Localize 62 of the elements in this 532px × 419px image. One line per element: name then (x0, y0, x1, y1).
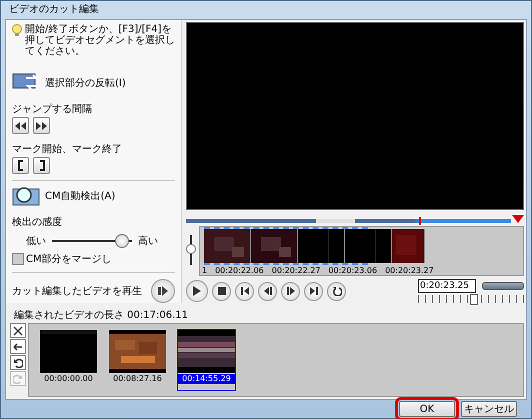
stop-button[interactable] (212, 282, 231, 300)
rewind-icon (15, 122, 26, 130)
invert-selection-button[interactable]: 選択部分の反転(I) (12, 72, 175, 94)
segment-thumbnail[interactable]: 00:14:55.29 (177, 329, 236, 391)
skip-end-button[interactable] (304, 282, 323, 300)
bracket-icon (38, 160, 44, 172)
sensitivity-label: 検出の感度 (12, 216, 63, 228)
rewind-button[interactable] (12, 117, 29, 134)
cm-detect-button[interactable]: CM自動検出(A) (12, 185, 175, 208)
redo-icon (13, 374, 23, 384)
segment-thumbnail[interactable]: 00:08:27.16 (108, 329, 167, 391)
fast-forward-icon (36, 122, 47, 130)
checkbox-label: CM部分をマージし (26, 252, 112, 266)
lightbulb-icon (12, 24, 22, 36)
mark-end-button[interactable] (33, 157, 50, 174)
time-label: 1 (202, 265, 208, 276)
play-edited-button[interactable] (151, 279, 175, 303)
slider-max-label: 高い (138, 234, 158, 248)
window-title: ビデオのカット編集 (8, 3, 100, 17)
mark-label: マーク開始、マーク終了 (12, 143, 123, 154)
step-forward-icon (286, 286, 296, 296)
move-left-button[interactable] (10, 339, 26, 354)
delete-button[interactable] (10, 323, 26, 338)
undo-icon (13, 358, 23, 368)
step-forward-button[interactable] (281, 282, 300, 300)
time-label: 00:20:22.06 (215, 265, 264, 276)
slider-min-label: 低い (26, 234, 46, 248)
hint-text: 開始/終了ボタンか、[F3]/[F4]を押してビデオセグメントを選択してください。 (25, 24, 175, 59)
loop-icon (332, 286, 342, 296)
skip-start-icon (240, 286, 250, 296)
bracket-icon (18, 160, 24, 172)
segment-time: 00:14:55.29 (178, 374, 235, 384)
time-label: 00:20:22.27 (272, 265, 320, 276)
play-button[interactable] (186, 280, 208, 302)
jump-label: ジャンプする間隔 (12, 102, 93, 114)
edited-length-label: 編集されたビデオの長さ 00:17:06.11 (14, 309, 189, 323)
undo-button[interactable] (10, 355, 26, 370)
play-edited-label: カット編集したビデオを再生 (12, 284, 142, 298)
position-bar[interactable] (186, 219, 511, 223)
fast-forward-button[interactable] (33, 117, 50, 134)
down-arrow-icon (512, 215, 524, 223)
left-arrow-icon (13, 342, 23, 352)
close-icon (13, 326, 23, 336)
mark-start-button[interactable] (12, 157, 29, 174)
skip-end-icon (308, 286, 318, 296)
cancel-button[interactable]: キャンセル (461, 401, 517, 417)
segment-time: 00:08:27.16 (112, 374, 163, 384)
shuttle-bar[interactable] (482, 282, 524, 290)
time-label: 00:20:23.06 (328, 265, 378, 276)
time-field[interactable]: 0:20:23.25 (418, 279, 476, 293)
skip-start-button[interactable] (235, 282, 254, 300)
step-back-icon (262, 286, 272, 296)
stop-icon (216, 286, 226, 296)
segment-thumbnail[interactable]: 00:00:00.00 (39, 329, 98, 391)
play-icon (158, 286, 168, 296)
jog-slider[interactable] (418, 295, 524, 303)
time-label: 00:20:23.27 (385, 265, 434, 276)
segment-time: 00:00:00.00 (43, 374, 94, 384)
play-icon (192, 286, 202, 296)
loop-button[interactable] (327, 282, 346, 300)
checkbox[interactable] (12, 253, 24, 266)
step-back-button[interactable] (258, 282, 277, 300)
